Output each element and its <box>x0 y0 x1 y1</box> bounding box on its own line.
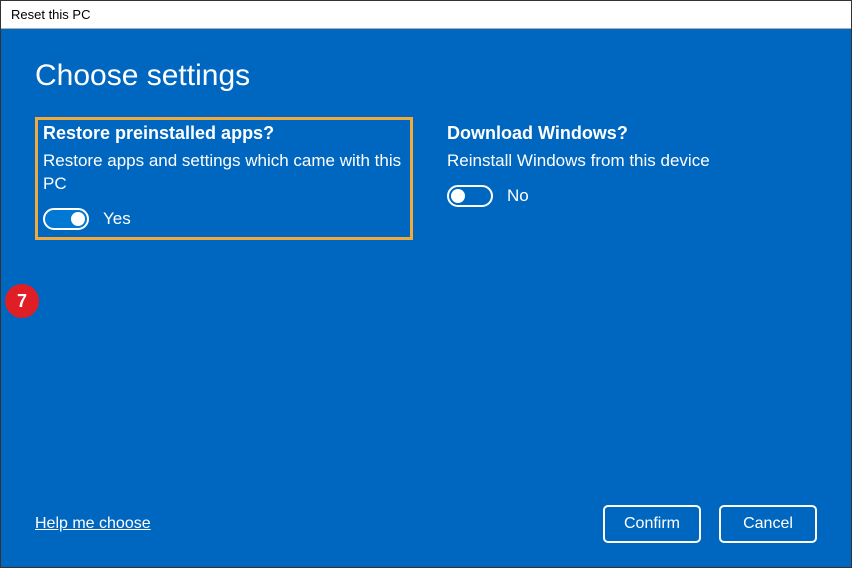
option-title: Download Windows? <box>447 123 809 144</box>
footer-buttons: Confirm Cancel <box>603 505 817 543</box>
option-restore-preinstalled: Restore preinstalled apps? Restore apps … <box>35 117 413 240</box>
options-row: Restore preinstalled apps? Restore apps … <box>35 117 817 240</box>
toggle-label: No <box>507 186 529 206</box>
window-title: Reset this PC <box>11 7 90 22</box>
page-title: Choose settings <box>35 59 817 93</box>
window: Reset this PC Choose settings Restore pr… <box>0 0 852 568</box>
confirm-button[interactable]: Confirm <box>603 505 701 543</box>
option-desc: Reinstall Windows from this device <box>447 150 809 173</box>
step-badge: 7 <box>5 284 39 318</box>
toggle-row: No <box>447 185 809 207</box>
content-area: Choose settings Restore preinstalled app… <box>1 29 851 567</box>
toggle-knob-icon <box>71 212 85 226</box>
help-me-choose-link[interactable]: Help me choose <box>35 515 151 533</box>
cancel-button[interactable]: Cancel <box>719 505 817 543</box>
option-desc: Restore apps and settings which came wit… <box>43 150 405 196</box>
download-windows-toggle[interactable] <box>447 185 493 207</box>
toggle-label: Yes <box>103 209 131 229</box>
toggle-row: Yes <box>43 208 405 230</box>
step-number: 7 <box>17 291 27 312</box>
option-title: Restore preinstalled apps? <box>43 123 405 144</box>
titlebar: Reset this PC <box>1 1 851 29</box>
footer: Help me choose Confirm Cancel <box>35 505 817 543</box>
toggle-knob-icon <box>451 189 465 203</box>
restore-apps-toggle[interactable] <box>43 208 89 230</box>
option-download-windows: Download Windows? Reinstall Windows from… <box>439 117 817 240</box>
